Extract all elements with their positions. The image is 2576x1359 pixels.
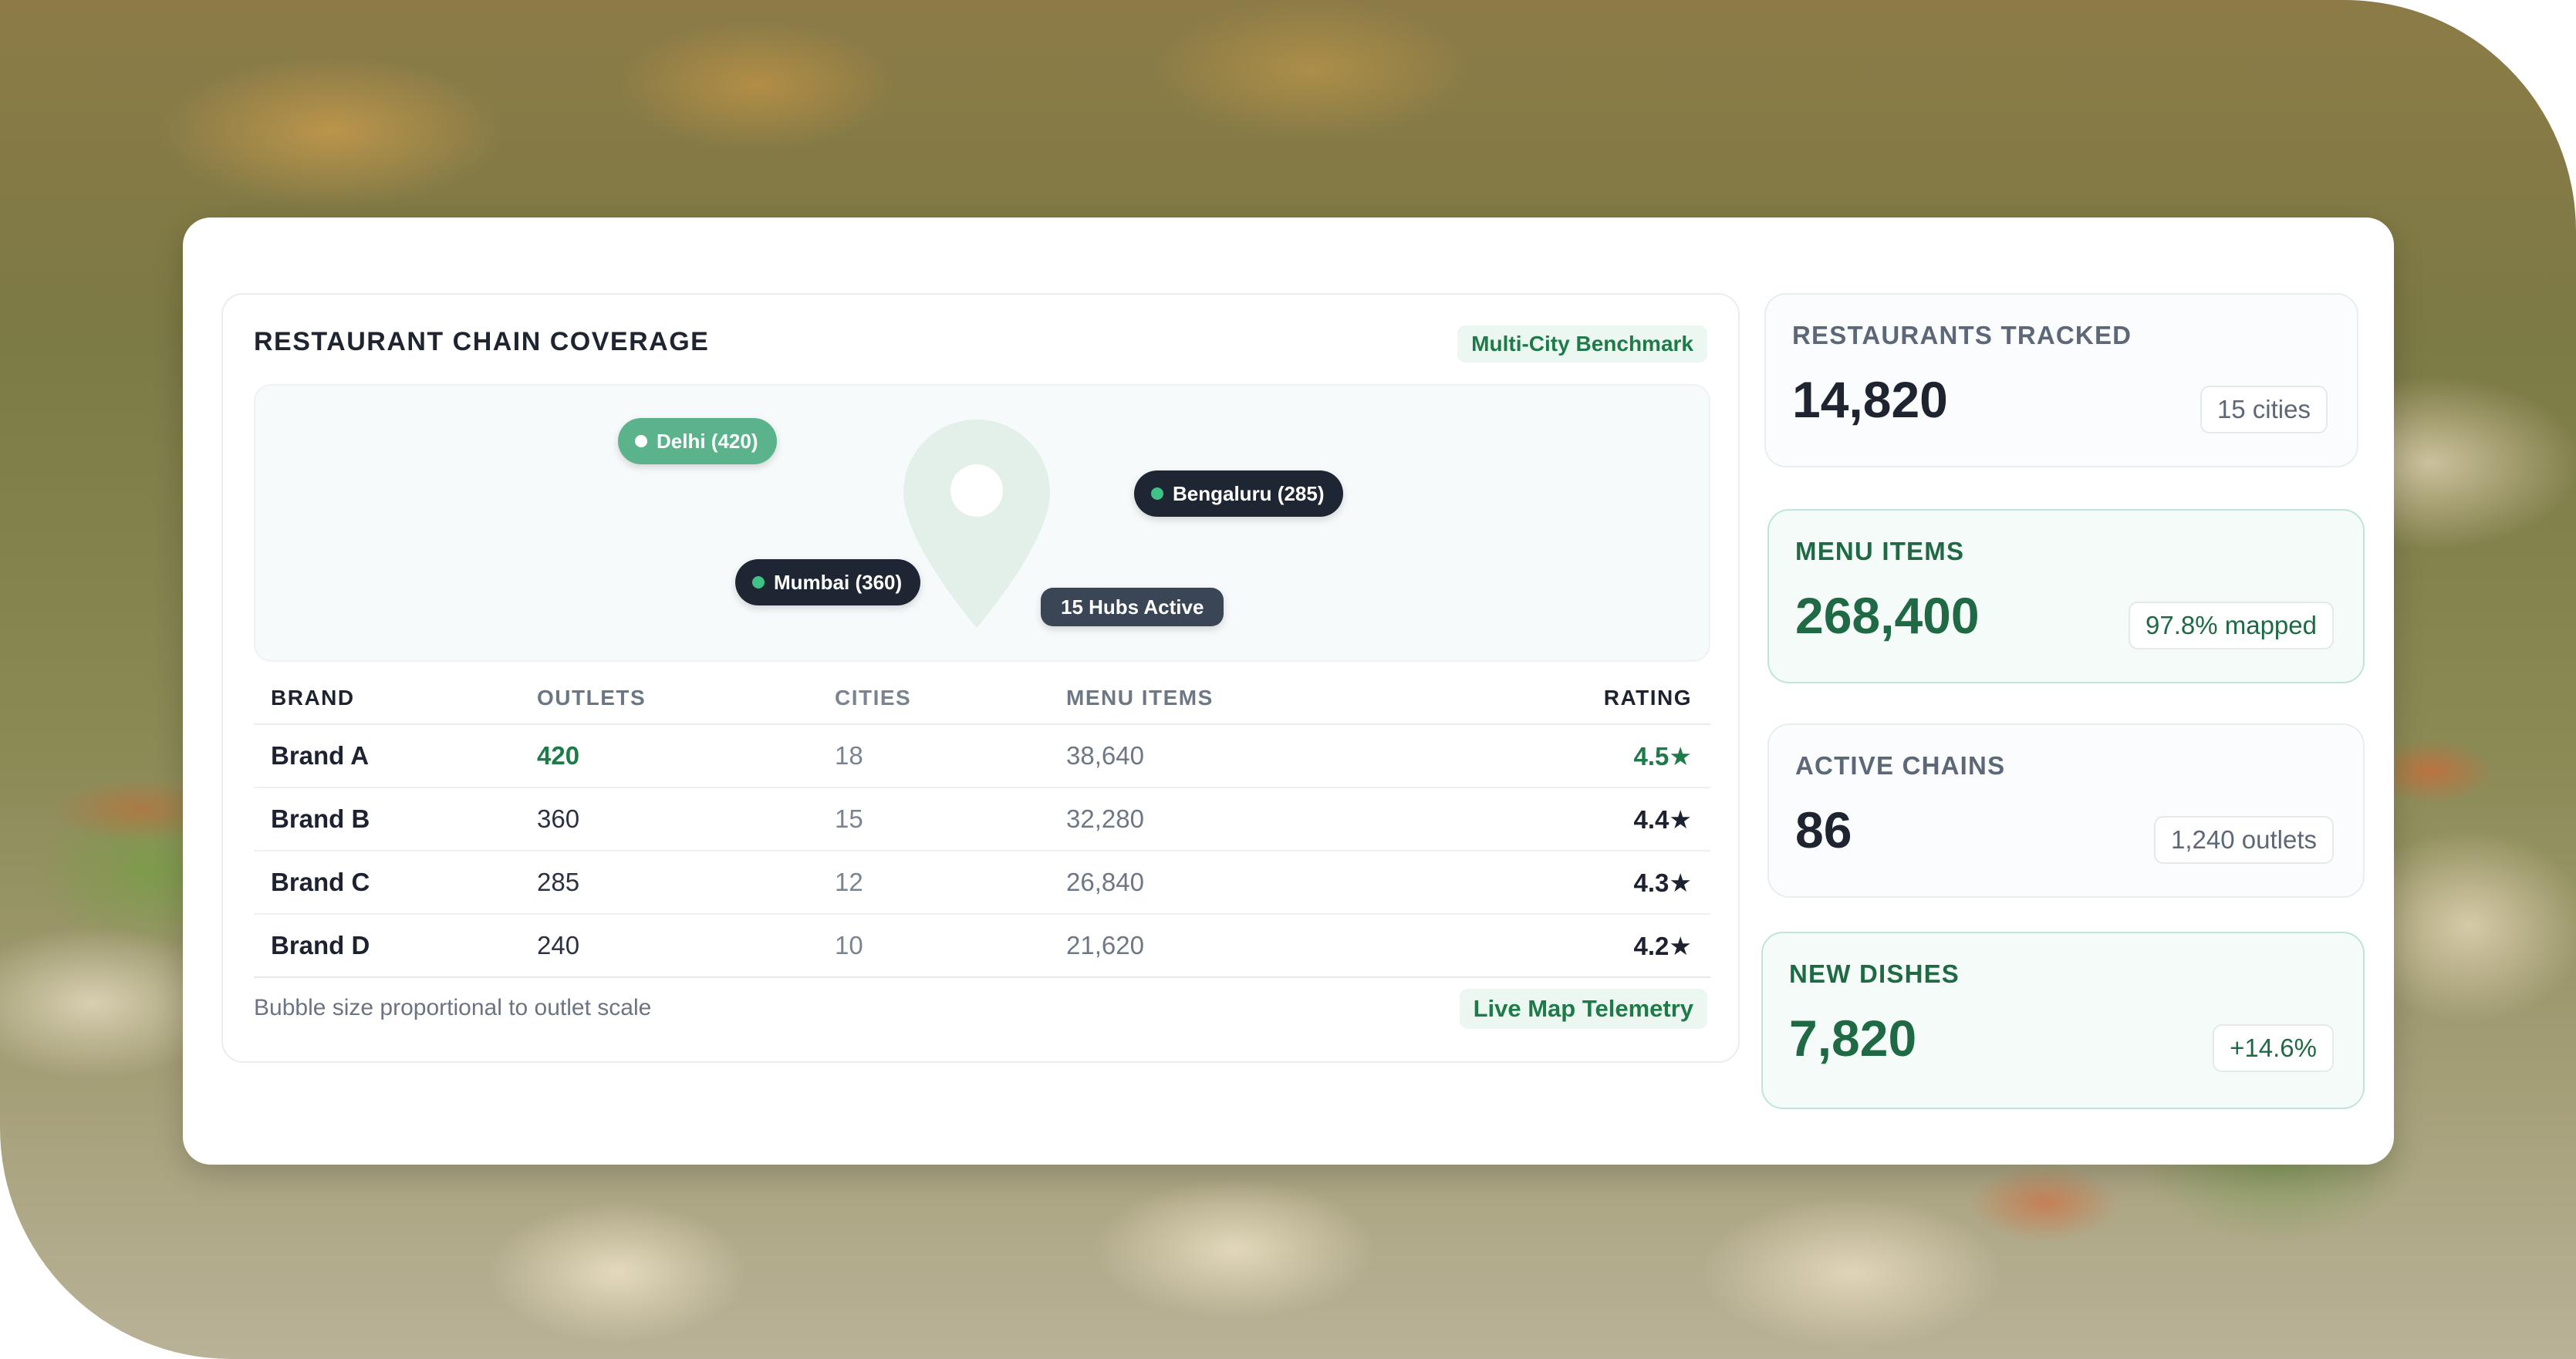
map-pin-icon bbox=[903, 420, 1050, 628]
table-row[interactable]: Brand B 360 15 32,280 4.4★ bbox=[254, 787, 1710, 851]
stat-label: MENU ITEMS bbox=[1795, 537, 1965, 565]
city-dot-icon bbox=[1151, 487, 1163, 500]
col-header-brand[interactable]: BRAND bbox=[254, 673, 537, 725]
table-header-row: BRAND OUTLETS CITIES MENU ITEMS RATING bbox=[254, 673, 1710, 725]
coverage-title: RESTAURANT CHAIN COVERAGE bbox=[254, 327, 710, 356]
city-chip-label: Delhi (420) bbox=[657, 429, 758, 453]
menu-items-cell: 21,620 bbox=[1066, 914, 1440, 978]
cities-cell: 12 bbox=[835, 851, 1066, 915]
table-row[interactable]: Brand C 285 12 26,840 4.3★ bbox=[254, 851, 1710, 915]
rating-cell: 4.4★ bbox=[1440, 787, 1710, 851]
stat-badge: 97.8% mapped bbox=[2129, 602, 2334, 649]
menu-items-cell: 38,640 bbox=[1066, 724, 1440, 788]
brand-cell: Brand B bbox=[254, 787, 537, 851]
stat-value: 7,820 bbox=[1789, 1010, 1917, 1067]
stat-value: 86 bbox=[1795, 801, 1852, 858]
rating-cell: 4.2★ bbox=[1440, 914, 1710, 978]
outlets-cell: 360 bbox=[537, 787, 835, 851]
brand-cell: Brand D bbox=[254, 914, 537, 978]
stat-value: 268,400 bbox=[1795, 587, 1980, 644]
city-dot-icon bbox=[752, 576, 765, 588]
stat-card-restaurants-tracked[interactable]: RESTAURANTS TRACKED 14,820 15 cities bbox=[1764, 293, 2358, 467]
stat-card-active-chains[interactable]: ACTIVE CHAINS 86 1,240 outlets bbox=[1767, 723, 2365, 898]
table-row[interactable]: Brand D 240 10 21,620 4.2★ bbox=[254, 914, 1710, 978]
menu-items-cell: 26,840 bbox=[1066, 851, 1440, 915]
stat-badge: 15 cities bbox=[2200, 386, 2328, 433]
outlets-cell: 285 bbox=[537, 851, 835, 915]
menu-items-cell: 32,280 bbox=[1066, 787, 1440, 851]
col-header-cities[interactable]: CITIES bbox=[835, 673, 1066, 725]
cities-cell: 15 bbox=[835, 787, 1066, 851]
col-header-outlets[interactable]: OUTLETS bbox=[537, 673, 835, 725]
stat-value: 14,820 bbox=[1792, 371, 1948, 428]
chain-coverage-panel: RESTAURANT CHAIN COVERAGE Multi-City Ben… bbox=[221, 293, 1740, 1063]
stat-badge: +14.6% bbox=[2213, 1024, 2334, 1072]
telemetry-tag: Live Map Telemetry bbox=[1459, 989, 1707, 1029]
city-chip-delhi[interactable]: Delhi (420) bbox=[618, 418, 777, 464]
hubs-active-badge: 15 Hubs Active bbox=[1041, 588, 1224, 626]
rating-cell: 4.3★ bbox=[1440, 851, 1710, 915]
brand-table: BRAND OUTLETS CITIES MENU ITEMS RATING B… bbox=[254, 673, 1710, 978]
benchmark-tag: Multi-City Benchmark bbox=[1457, 325, 1707, 363]
map-footnote: Bubble size proportional to outlet scale bbox=[254, 995, 652, 1020]
outlets-cell: 240 bbox=[537, 914, 835, 978]
dashboard-card: RESTAURANT CHAIN COVERAGE Multi-City Ben… bbox=[183, 218, 2394, 1165]
stat-label: ACTIVE CHAINS bbox=[1795, 751, 2006, 780]
brand-cell: Brand C bbox=[254, 851, 537, 915]
stat-card-new-dishes[interactable]: NEW DISHES 7,820 +14.6% bbox=[1761, 932, 2365, 1109]
stat-label: RESTAURANTS TRACKED bbox=[1792, 321, 2132, 349]
cities-cell: 10 bbox=[835, 914, 1066, 978]
table-row[interactable]: Brand A 420 18 38,640 4.5★ bbox=[254, 724, 1710, 788]
city-chip-label: Bengaluru (285) bbox=[1173, 481, 1325, 505]
brand-cell: Brand A bbox=[254, 724, 537, 788]
city-chip-mumbai[interactable]: Mumbai (360) bbox=[735, 559, 921, 605]
col-header-menu-items[interactable]: MENU ITEMS bbox=[1066, 673, 1440, 725]
city-chip-bengaluru[interactable]: Bengaluru (285) bbox=[1134, 470, 1343, 517]
rating-cell: 4.5★ bbox=[1440, 724, 1710, 788]
coverage-map[interactable]: Delhi (420) Bengaluru (285) Mumbai (360)… bbox=[254, 384, 1710, 662]
stat-label: NEW DISHES bbox=[1789, 959, 1960, 988]
stat-card-menu-items[interactable]: MENU ITEMS 268,400 97.8% mapped bbox=[1767, 509, 2365, 683]
outlets-cell: 420 bbox=[537, 724, 835, 788]
cities-cell: 18 bbox=[835, 724, 1066, 788]
col-header-rating[interactable]: RATING bbox=[1440, 673, 1710, 725]
stat-badge: 1,240 outlets bbox=[2154, 816, 2334, 864]
city-chip-label: Mumbai (360) bbox=[774, 570, 903, 594]
city-dot-icon bbox=[635, 435, 647, 447]
